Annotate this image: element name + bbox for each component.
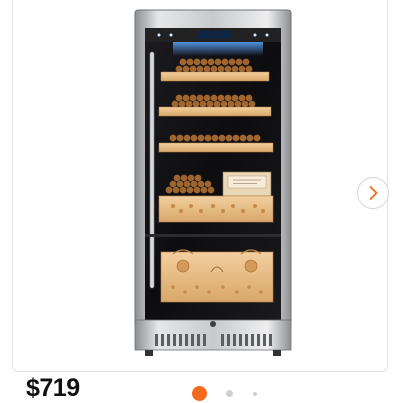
- cigar-cabinet-illustration: [134, 9, 292, 356]
- product-image-card[interactable]: [12, 0, 389, 372]
- product-price: $719: [26, 374, 80, 402]
- humidor-box: [160, 249, 274, 303]
- shelf-3: [158, 134, 274, 153]
- chevron-right-icon: [369, 186, 378, 200]
- gallery-pagination: [192, 386, 272, 401]
- lock-icon: [210, 321, 216, 327]
- pagination-dot-3[interactable]: [253, 392, 257, 396]
- product-image[interactable]: [133, 4, 301, 360]
- pagination-dot-2[interactable]: [226, 390, 233, 397]
- temperature-display: [197, 31, 231, 39]
- pagination-dot-1-active[interactable]: [192, 386, 207, 401]
- door-handle: [149, 51, 155, 289]
- next-image-button[interactable]: [357, 177, 389, 209]
